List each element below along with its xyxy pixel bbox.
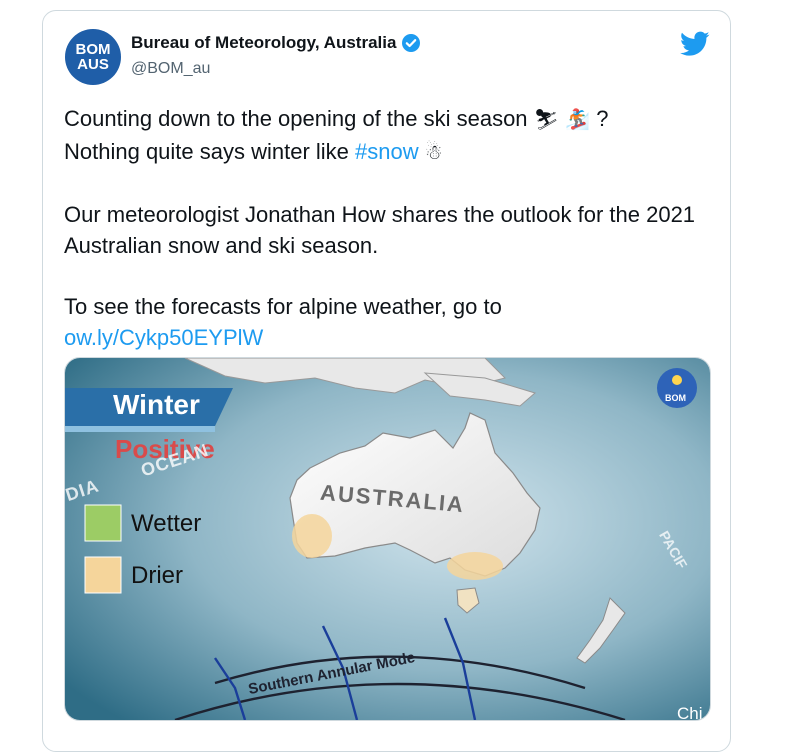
media-image[interactable]: Winter Positive DIA OCEAN Wetter Drier A… [64,357,711,721]
tweet-line2: Nothing quite says winter like [64,139,356,164]
skier-icon: ⛷ [533,109,560,131]
bom-badge-text: BOM [665,393,686,403]
avatar-line2: AUS [77,56,109,73]
twitter-bird-icon[interactable] [680,31,710,57]
snowman-icon: ☃ [424,142,443,164]
verified-badge-icon [402,34,421,52]
legend-label-drier: Drier [131,562,183,589]
tweet-paragraph-2: Our meteorologist Jonathan How shares th… [64,202,696,258]
snowboarder-icon: 🏂 [565,109,591,131]
hashtag-link[interactable]: #snow [355,139,419,164]
tweet-link[interactable]: ow.ly/Cykp50EYPlW [64,325,263,350]
drier-region-southeast [447,552,503,580]
tweet-text: Counting down to the opening of the ski … [64,103,704,353]
author-name-row[interactable]: Bureau of Meteorology, Australia [131,33,421,53]
sun-icon [672,375,682,385]
tweet-line1: Counting down to the opening of the ski … [64,106,528,131]
winter-banner-stripe [65,426,215,432]
author-name[interactable]: Bureau of Meteorology, Australia [131,33,396,53]
author-handle[interactable]: @BOM_au [131,60,210,78]
avatar-line1: BOM [75,41,111,58]
legend-swatch-wetter [84,504,122,542]
legend-swatch-drier [84,556,122,594]
drier-region-southwest [292,514,332,558]
tweet-line1-end: ? [596,106,609,131]
tweet-paragraph-3: To see the forecasts for alpine weather,… [64,294,502,319]
season-label: Winter [113,389,200,420]
corner-text: Chi [677,704,703,721]
legend-label-wetter: Wetter [131,510,202,537]
avatar[interactable]: BOM AUS [65,29,121,85]
tweet-card[interactable]: BOM AUS Bureau of Meteorology, Australia… [42,10,731,752]
